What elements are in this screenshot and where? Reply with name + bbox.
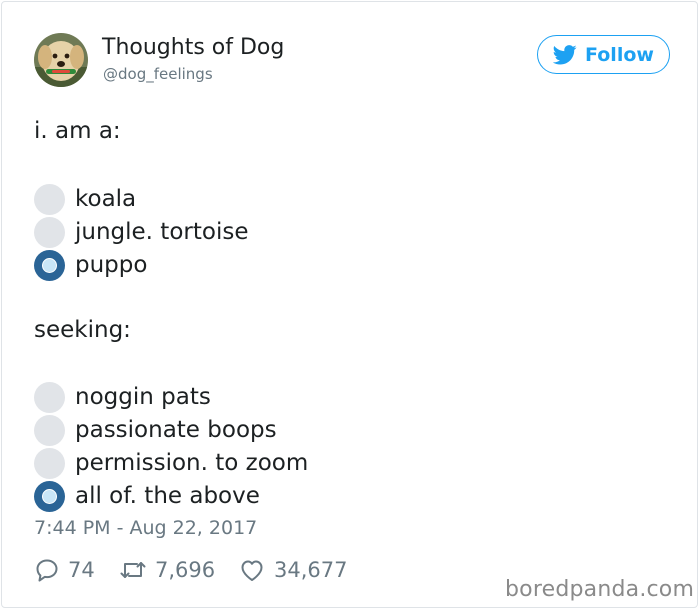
reply-count: 74	[68, 558, 95, 582]
retweet-count: 7,696	[155, 558, 216, 582]
tweet-line-seeking: seeking:	[34, 317, 131, 343]
poll-option-all-of-the-above: all of. the above	[34, 480, 260, 512]
radio-unselected	[34, 447, 65, 479]
dog-avatar-icon	[34, 33, 88, 87]
poll-option-permission-to-zoom: permission. to zoom	[34, 447, 308, 479]
avatar[interactable]	[34, 33, 88, 87]
reply-button[interactable]: 74	[34, 555, 95, 585]
retweet-icon	[120, 562, 146, 578]
poll-option-jungle-tortoise: jungle. tortoise	[34, 216, 248, 248]
option-label: permission. to zoom	[75, 450, 309, 476]
option-label: noggin pats	[75, 384, 211, 410]
twitter-bird-icon	[553, 44, 577, 64]
radio-selected	[34, 480, 65, 512]
option-label: jungle. tortoise	[75, 219, 249, 245]
poll-option-noggin-pats: noggin pats	[34, 381, 211, 413]
heart-icon	[241, 560, 263, 581]
radio-selected	[34, 249, 65, 281]
retweet-button[interactable]: 7,696	[119, 555, 215, 585]
username-handle[interactable]: @dog_feelings	[103, 65, 213, 83]
radio-unselected	[34, 381, 65, 413]
poll-option-koala: koala	[34, 183, 136, 215]
boredpanda-watermark: boredpanda.com	[505, 577, 695, 602]
tweet-timestamp[interactable]: 7:44 PM - Aug 22, 2017	[34, 517, 257, 539]
like-button[interactable]: 34,677	[238, 555, 347, 585]
option-label: puppo	[75, 252, 148, 278]
radio-unselected	[34, 183, 65, 215]
tweet-line-i-am-a: i. am a:	[34, 118, 121, 144]
poll-option-puppo: puppo	[34, 249, 147, 281]
radio-unselected	[34, 414, 65, 446]
follow-button[interactable]: Follow	[537, 35, 670, 74]
display-name[interactable]: Thoughts of Dog	[102, 35, 284, 60]
like-count: 34,677	[274, 558, 348, 582]
reply-icon	[36, 559, 58, 582]
tweet-card: Thoughts of Dog @dog_feelings Follow i. …	[1, 1, 698, 608]
option-label: all of. the above	[75, 483, 260, 509]
option-label: koala	[75, 186, 137, 212]
radio-unselected	[34, 216, 65, 248]
option-label: passionate boops	[75, 417, 277, 443]
poll-option-passionate-boops: passionate boops	[34, 414, 277, 446]
follow-label: Follow	[585, 43, 654, 66]
